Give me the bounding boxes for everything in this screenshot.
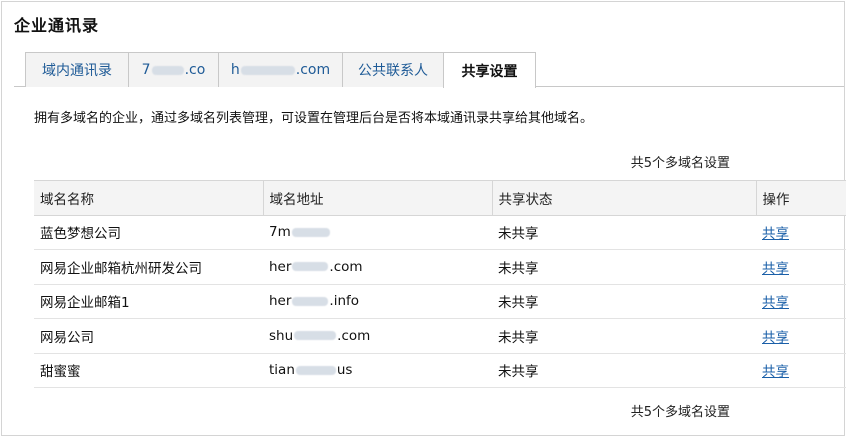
redacted-text <box>151 65 184 75</box>
summary-count-bottom: 共5个多域名设置 <box>630 405 730 420</box>
domain-name: 蓝色梦想公司 <box>34 215 263 250</box>
tab-label-prefix: h <box>230 62 240 78</box>
domain-name: 甜蜜蜜 <box>34 353 263 388</box>
domain-name: 网易企业邮箱杭州研发公司 <box>34 249 263 285</box>
action-cell: 共享 <box>756 284 846 319</box>
share-link[interactable]: 共享 <box>762 295 789 311</box>
table-row: 甜蜜蜜 tian us 未共享 共享 <box>34 353 846 388</box>
redacted-text <box>294 331 337 341</box>
table-row: 网易企业邮箱杭州研发公司 her .com 未共享 共享 <box>34 249 846 285</box>
domain-name: 网易企业邮箱1 <box>34 284 263 319</box>
share-status: 未共享 <box>492 353 756 388</box>
header-domain-address: 域名地址 <box>262 180 492 216</box>
action-cell: 共享 <box>756 318 846 354</box>
domain-table: 域名名称 域名地址 共享状态 操作 蓝色梦想公司 7m 未共享 共享 网易企业邮… <box>34 180 846 388</box>
share-link[interactable]: 共享 <box>762 261 789 277</box>
redacted-text <box>240 65 295 75</box>
tab-share-settings[interactable]: 共享设置 <box>443 52 536 88</box>
tab-public-contacts[interactable]: 公共联系人 <box>342 52 444 87</box>
domain-name: 网易公司 <box>34 318 263 354</box>
domain-address: her .info <box>263 284 492 319</box>
address-book-panel: 企业通讯录 域内通讯录 7 .co h .com 公共联系人 共享设置 拥有多域名的… <box>1 1 846 436</box>
tab-label-prefix: 7 <box>141 62 151 78</box>
domain-address: shu .com <box>263 318 492 354</box>
tab-label: 域内通讯录 <box>42 63 112 79</box>
table-row: 网易企业邮箱1 her .info 未共享 共享 <box>34 284 846 319</box>
action-cell: 共享 <box>756 353 846 388</box>
redacted-text <box>292 262 329 272</box>
action-cell: 共享 <box>756 249 846 285</box>
redacted-text <box>291 227 330 237</box>
table-row: 蓝色梦想公司 7m 未共享 共享 <box>34 215 846 250</box>
share-link[interactable]: 共享 <box>762 226 789 242</box>
tab-domain-h[interactable]: h .com <box>218 52 343 87</box>
tab-label: 共享设置 <box>461 63 518 80</box>
domain-address: her .com <box>263 249 492 285</box>
table-row: 网易公司 shu .com 未共享 共享 <box>34 318 846 354</box>
tab-label-suffix: .co <box>184 62 206 78</box>
header-action: 操作 <box>755 180 846 216</box>
redacted-text <box>295 365 336 375</box>
tab-label-suffix: .com <box>295 62 331 78</box>
tab-bar: 域内通讯录 7 .co h .com 公共联系人 共享设置 <box>25 52 536 88</box>
tab-internal-contacts[interactable]: 域内通讯录 <box>25 52 129 87</box>
domain-address: 7m <box>263 215 492 250</box>
share-status: 未共享 <box>492 215 756 250</box>
domain-address: tian us <box>263 353 492 388</box>
share-link[interactable]: 共享 <box>762 330 789 346</box>
share-link[interactable]: 共享 <box>762 364 789 380</box>
share-status: 未共享 <box>492 249 756 285</box>
table-header-row: 域名名称 域名地址 共享状态 操作 <box>34 180 846 216</box>
header-domain-name: 域名名称 <box>34 180 263 216</box>
share-status: 未共享 <box>492 318 756 354</box>
summary-count-top: 共5个多域名设置 <box>630 156 730 171</box>
action-cell: 共享 <box>756 215 846 250</box>
description-text: 拥有多域名的企业，通过多域名列表管理，可设置在管理后台是否将本域通讯录共享给其他… <box>34 111 594 126</box>
header-share-status: 共享状态 <box>491 180 756 216</box>
share-status: 未共享 <box>492 284 756 319</box>
redacted-text <box>292 296 329 306</box>
tab-domain-7[interactable]: 7 .co <box>128 52 219 87</box>
page-title: 企业通讯录 <box>14 16 100 35</box>
tab-label: 公共联系人 <box>358 63 428 79</box>
